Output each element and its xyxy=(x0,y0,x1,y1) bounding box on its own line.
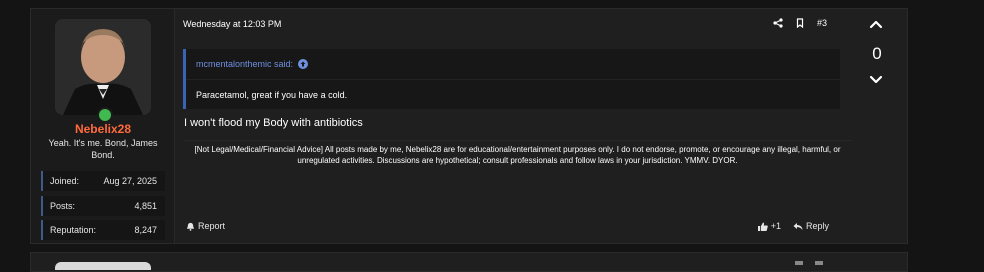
post-content: Wednesday at 12:03 PM #3 mcmentalonthemi… xyxy=(175,9,852,243)
report-label: Report xyxy=(198,221,226,231)
thumbs-up-icon xyxy=(757,222,768,231)
post-date[interactable]: Wednesday at 12:03 PM xyxy=(183,19,281,29)
user-stat-posts: Posts: 4,851 xyxy=(41,196,165,216)
signature-disclaimer: [Not Legal/Medical/Financial Advice] All… xyxy=(183,140,852,174)
post: Nebelix28 Yeah. It's me. Bond, James Bon… xyxy=(30,8,908,244)
quote-header[interactable]: mcmentalonthemic said: xyxy=(196,59,309,69)
quote-divider xyxy=(186,79,840,80)
like-button[interactable]: +1 xyxy=(757,221,781,231)
share-icon[interactable] xyxy=(773,18,783,28)
post-body: I won't flood my Body with antibiotics xyxy=(184,117,363,129)
vote-widget: 0 xyxy=(847,9,907,243)
chevron-down-icon[interactable] xyxy=(868,75,884,85)
user-stat-joined: Joined: Aug 27, 2025 xyxy=(41,171,165,191)
quote-text: Paracetamol, great if you have a cold. xyxy=(196,90,348,100)
post-actions xyxy=(795,261,823,265)
post-footer-actions: +1 Reply xyxy=(757,221,829,231)
avatar-image xyxy=(55,19,151,115)
bookmark-icon[interactable] xyxy=(795,18,805,28)
bell-icon xyxy=(186,222,195,231)
stat-value: 8,247 xyxy=(134,225,157,235)
user-sidebar: Nebelix28 Yeah. It's me. Bond, James Bon… xyxy=(31,9,175,243)
reply-icon xyxy=(793,222,803,230)
quote-block: mcmentalonthemic said: Paracetamol, grea… xyxy=(183,49,840,109)
arrow-up-circle-icon[interactable] xyxy=(298,59,309,69)
bookmark-icon[interactable] xyxy=(815,261,823,265)
stat-value: 4,851 xyxy=(134,201,157,211)
stat-label: Reputation: xyxy=(50,225,97,235)
user-title: Yeah. It's me. Bond, James Bond. xyxy=(48,138,158,160)
share-icon[interactable] xyxy=(795,261,803,265)
chevron-up-icon[interactable] xyxy=(868,19,884,29)
quote-author[interactable]: mcmentalonthemic said: xyxy=(196,59,293,69)
username[interactable]: Nebelix28 xyxy=(31,122,175,136)
post-actions: #3 xyxy=(773,18,827,28)
next-post-preview xyxy=(30,252,908,272)
stat-label: Posts: xyxy=(50,201,76,211)
user-stat-reputation: Reputation: 8,247 xyxy=(41,220,165,240)
reply-label: Reply xyxy=(805,221,829,231)
stat-value: Aug 27, 2025 xyxy=(103,176,157,186)
avatar[interactable] xyxy=(55,19,151,115)
post-number[interactable]: #3 xyxy=(817,18,827,28)
report-button[interactable]: Report xyxy=(186,221,225,231)
like-count: +1 xyxy=(770,221,781,231)
online-status-indicator xyxy=(97,107,113,123)
vote-count: 0 xyxy=(872,44,882,63)
avatar[interactable] xyxy=(55,262,151,270)
reply-button[interactable]: Reply xyxy=(793,221,829,231)
stat-label: Joined: xyxy=(50,176,80,186)
